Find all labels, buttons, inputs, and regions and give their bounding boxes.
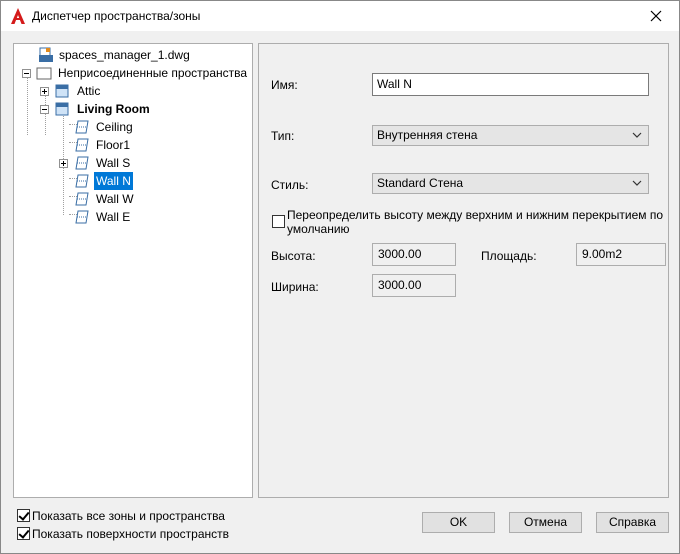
surface-icon — [75, 120, 89, 134]
tree-item-floor1[interactable]: Floor1 — [14, 136, 252, 154]
space-zone-manager-dialog: Диспетчер пространства/зоны spaces_manag… — [0, 0, 680, 554]
name-input[interactable]: Wall N — [372, 73, 649, 96]
tree-item-wall-e[interactable]: Wall E — [14, 208, 252, 226]
tree-living-room-label: Living Room — [77, 102, 150, 116]
tree-child-label-selected: Wall N — [94, 172, 133, 190]
tree-item-wall-n[interactable]: Wall N — [14, 172, 252, 190]
close-icon — [650, 10, 662, 22]
type-label: Тип: — [271, 129, 295, 143]
area-field: 9.00m2 — [576, 243, 666, 266]
surface-icon — [75, 174, 89, 188]
tree-item-unattached-spaces[interactable]: Неприсоединенные пространства — [14, 64, 252, 82]
show-space-surfaces-label: Показать поверхности пространств — [32, 527, 229, 541]
properties-panel: Имя: Wall N Тип: Внутренняя стена Стиль:… — [258, 43, 669, 498]
expand-icon[interactable] — [59, 159, 68, 168]
expand-icon[interactable] — [40, 87, 49, 96]
tree-root-label: spaces_manager_1.dwg — [59, 48, 190, 62]
tree-item-attic[interactable]: Attic — [14, 82, 252, 100]
override-height-label-line1: Переопределить высоту между верхним и ни… — [287, 208, 664, 222]
style-dropdown[interactable]: Standard Стена — [372, 173, 649, 194]
folder-icon — [36, 67, 52, 80]
surface-icon — [75, 156, 89, 170]
drawing-file-icon — [39, 47, 53, 62]
tree-child-label: Wall S — [96, 156, 131, 170]
chevron-down-icon — [632, 132, 642, 138]
tree-child-label: Wall E — [96, 210, 131, 224]
tree-item-wall-w[interactable]: Wall W — [14, 190, 252, 208]
space-tree[interactable]: spaces_manager_1.dwg Неприсоединенные пр… — [13, 43, 253, 498]
tree-child-label: Wall W — [96, 192, 134, 206]
width-label: Ширина: — [271, 280, 319, 294]
tree-child-label: Floor1 — [96, 138, 131, 152]
width-field: 3000.00 — [372, 274, 456, 297]
type-dropdown-value: Внутренняя стена — [377, 128, 478, 142]
style-label: Стиль: — [271, 178, 309, 192]
tree-child-label: Ceiling — [96, 120, 133, 134]
cancel-button[interactable]: Отмена — [509, 512, 582, 533]
surface-icon — [75, 138, 89, 152]
surface-icon — [75, 192, 89, 206]
help-button[interactable]: Справка — [596, 512, 669, 533]
height-label: Высота: — [271, 249, 316, 263]
name-label: Имя: — [271, 78, 298, 92]
collapse-icon[interactable] — [40, 105, 49, 114]
show-space-surfaces-checkbox[interactable] — [17, 527, 30, 540]
show-all-zones-label: Показать все зоны и пространства — [32, 509, 225, 523]
window-title: Диспетчер пространства/зоны — [32, 9, 201, 23]
override-height-checkbox[interactable] — [272, 215, 285, 228]
tree-attic-label: Attic — [77, 84, 101, 98]
space-icon — [55, 102, 69, 116]
close-button[interactable] — [633, 1, 679, 31]
tree-item-drawing[interactable]: spaces_manager_1.dwg — [14, 46, 252, 64]
show-all-zones-checkbox[interactable] — [17, 509, 30, 522]
ok-button[interactable]: OK — [422, 512, 495, 533]
surface-icon — [75, 210, 89, 224]
space-icon — [55, 84, 69, 98]
tree-group-label: Неприсоединенные пространства — [58, 66, 248, 80]
type-dropdown[interactable]: Внутренняя стена — [372, 125, 649, 146]
override-height-label-line2: умолчанию — [287, 222, 350, 236]
tree-item-living-room[interactable]: Living Room — [14, 100, 252, 118]
collapse-icon[interactable] — [22, 69, 31, 78]
area-label: Площадь: — [481, 249, 537, 263]
autocad-logo-icon — [11, 8, 25, 24]
title-bar: Диспетчер пространства/зоны — [1, 1, 679, 31]
height-field: 3000.00 — [372, 243, 456, 266]
tree-item-ceiling[interactable]: Ceiling — [14, 118, 252, 136]
style-dropdown-value: Standard Стена — [377, 176, 464, 190]
chevron-down-icon — [632, 180, 642, 186]
tree-item-wall-s[interactable]: Wall S — [14, 154, 252, 172]
